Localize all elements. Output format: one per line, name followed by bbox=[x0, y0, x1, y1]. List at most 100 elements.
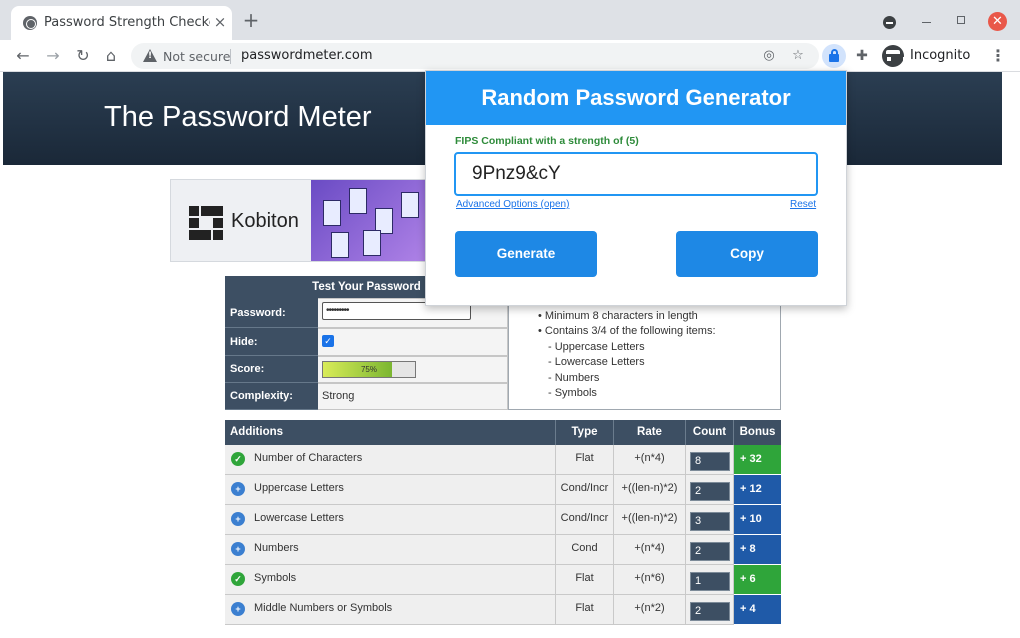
exceed-circle-icon: + bbox=[231, 542, 245, 556]
incognito-icon bbox=[882, 45, 907, 67]
requirement-item: - Numbers bbox=[548, 372, 600, 384]
bookmark-star-icon[interactable]: ☆ bbox=[790, 48, 806, 64]
addition-name: Number of Characters bbox=[254, 452, 363, 464]
requirement-item: - Lowercase Letters bbox=[548, 356, 645, 368]
count-cell: 1 bbox=[686, 565, 734, 595]
requirement-item: - Symbols bbox=[548, 387, 597, 399]
ad-illustration bbox=[311, 180, 429, 261]
addition-name: Symbols bbox=[254, 572, 297, 584]
rate-cell: +((len-n)*2) bbox=[614, 505, 686, 535]
reset-link[interactable]: Reset bbox=[790, 199, 816, 210]
window-close-icon[interactable]: ✕ bbox=[988, 12, 1007, 31]
count-field: 2 bbox=[690, 542, 730, 561]
bonus-cell: + 8 bbox=[734, 535, 781, 565]
bonus-cell: + 10 bbox=[734, 505, 781, 535]
header-additions: Additions bbox=[225, 420, 556, 445]
tab-close-icon[interactable]: × bbox=[212, 14, 228, 30]
header-rate: Rate bbox=[614, 420, 686, 445]
count-field: 1 bbox=[690, 572, 730, 591]
count-cell: 2 bbox=[686, 595, 734, 625]
generate-button[interactable]: Generate bbox=[455, 231, 597, 277]
complexity-value: Strong bbox=[318, 383, 508, 410]
count-cell: 2 bbox=[686, 475, 734, 505]
score-cell: 75% bbox=[318, 356, 508, 383]
incognito-profile-button[interactable]: Incognito bbox=[879, 44, 977, 68]
popup-title: Random Password Generator bbox=[426, 71, 846, 125]
complexity-label: Complexity: bbox=[225, 383, 318, 410]
count-cell: 2 bbox=[686, 535, 734, 565]
exceed-circle-icon: + bbox=[231, 482, 245, 496]
hide-cell: ✓ bbox=[318, 328, 508, 356]
count-field: 8 bbox=[690, 452, 730, 471]
warning-icon[interactable] bbox=[143, 49, 157, 62]
addition-name: Numbers bbox=[254, 542, 299, 554]
rate-cell: +(n*4) bbox=[614, 445, 686, 475]
exceed-circle-icon: + bbox=[231, 512, 245, 526]
minimize-icon[interactable] bbox=[922, 22, 931, 23]
kobiton-logo-icon bbox=[189, 206, 223, 240]
browser-toolbar: ← → ↻ ⌂ Not secure passwordmeter.com ◎ ☆… bbox=[0, 40, 1020, 72]
addition-name: Lowercase Letters bbox=[254, 512, 344, 524]
score-percent-text: 75% bbox=[360, 365, 377, 374]
new-tab-icon[interactable]: + bbox=[241, 10, 261, 30]
count-cell: 8 bbox=[686, 445, 734, 475]
lock-body bbox=[829, 54, 839, 62]
count-field: 2 bbox=[690, 602, 730, 621]
addition-name: Uppercase Letters bbox=[254, 482, 344, 494]
count-field: 3 bbox=[690, 512, 730, 531]
addition-name: Middle Numbers or Symbols bbox=[254, 602, 393, 614]
check-circle-icon: ✓ bbox=[231, 452, 245, 466]
globe-icon bbox=[23, 16, 37, 30]
password-generator-extension-button[interactable] bbox=[822, 44, 846, 68]
back-arrow-icon[interactable]: ← bbox=[13, 46, 33, 66]
strength-label: FIPS Compliant with a strength of (5) bbox=[455, 135, 639, 147]
requirement-item: • Minimum 8 characters in length bbox=[538, 310, 698, 322]
home-icon[interactable]: ⌂ bbox=[101, 46, 121, 66]
kebab-menu-icon[interactable]: ⋮ bbox=[990, 46, 1006, 66]
rate-cell: +(n*4) bbox=[614, 535, 686, 565]
maximize-icon[interactable] bbox=[957, 16, 965, 24]
generated-password-field[interactable]: 9Pnz9&cY bbox=[454, 152, 818, 196]
bonus-cell: + 32 bbox=[734, 445, 781, 475]
type-cell: Cond/Incr bbox=[556, 475, 614, 505]
tab-search-icon[interactable] bbox=[883, 16, 896, 29]
exceed-circle-icon: + bbox=[231, 602, 245, 616]
url-text[interactable]: passwordmeter.com bbox=[241, 48, 373, 63]
password-generator-popup: Random Password Generator FIPS Compliant… bbox=[425, 70, 847, 306]
count-cell: 3 bbox=[686, 505, 734, 535]
ad-brand-name: Kobiton bbox=[231, 210, 299, 232]
rate-cell: +(n*6) bbox=[614, 565, 686, 595]
tab-strip: Password Strength Checker × + ✕ bbox=[0, 0, 1020, 40]
tab-title: Password Strength Checker bbox=[44, 15, 210, 30]
password-label: Password: bbox=[225, 298, 318, 328]
type-cell: Cond bbox=[556, 535, 614, 565]
check-circle-icon: ✓ bbox=[231, 572, 245, 586]
address-bar[interactable]: Not secure passwordmeter.com ◎ ☆ bbox=[131, 43, 819, 69]
hide-checkbox[interactable]: ✓ bbox=[322, 335, 334, 347]
type-cell: Flat bbox=[556, 565, 614, 595]
kobiton-ad-banner[interactable]: Kobiton bbox=[170, 179, 430, 262]
security-status[interactable]: Not secure bbox=[163, 49, 230, 64]
name-cell: ✓ Symbols bbox=[225, 565, 556, 595]
requirement-item: - Uppercase Letters bbox=[548, 341, 645, 353]
bonus-cell: + 6 bbox=[734, 565, 781, 595]
copy-button[interactable]: Copy bbox=[676, 231, 818, 277]
type-cell: Cond/Incr bbox=[556, 505, 614, 535]
hide-label: Hide: bbox=[225, 328, 318, 356]
name-cell: ✓ Number of Characters bbox=[225, 445, 556, 475]
reload-icon[interactable]: ↻ bbox=[73, 46, 93, 66]
header-count: Count bbox=[686, 420, 734, 445]
advanced-options-link[interactable]: Advanced Options (open) bbox=[456, 199, 569, 210]
eye-off-icon[interactable]: ◎ bbox=[761, 48, 777, 64]
count-field: 2 bbox=[690, 482, 730, 501]
extensions-puzzle-icon[interactable]: ✚ bbox=[854, 48, 870, 64]
type-cell: Flat bbox=[556, 445, 614, 475]
browser-tab[interactable]: Password Strength Checker × bbox=[11, 6, 232, 40]
forward-arrow-icon[interactable]: → bbox=[43, 46, 63, 66]
incognito-label: Incognito bbox=[910, 48, 971, 63]
site-title: The Password Meter bbox=[104, 101, 372, 133]
header-type: Type bbox=[556, 420, 614, 445]
rate-cell: +(n*2) bbox=[614, 595, 686, 625]
bonus-cell: + 12 bbox=[734, 475, 781, 505]
omnibox-divider bbox=[230, 49, 231, 64]
